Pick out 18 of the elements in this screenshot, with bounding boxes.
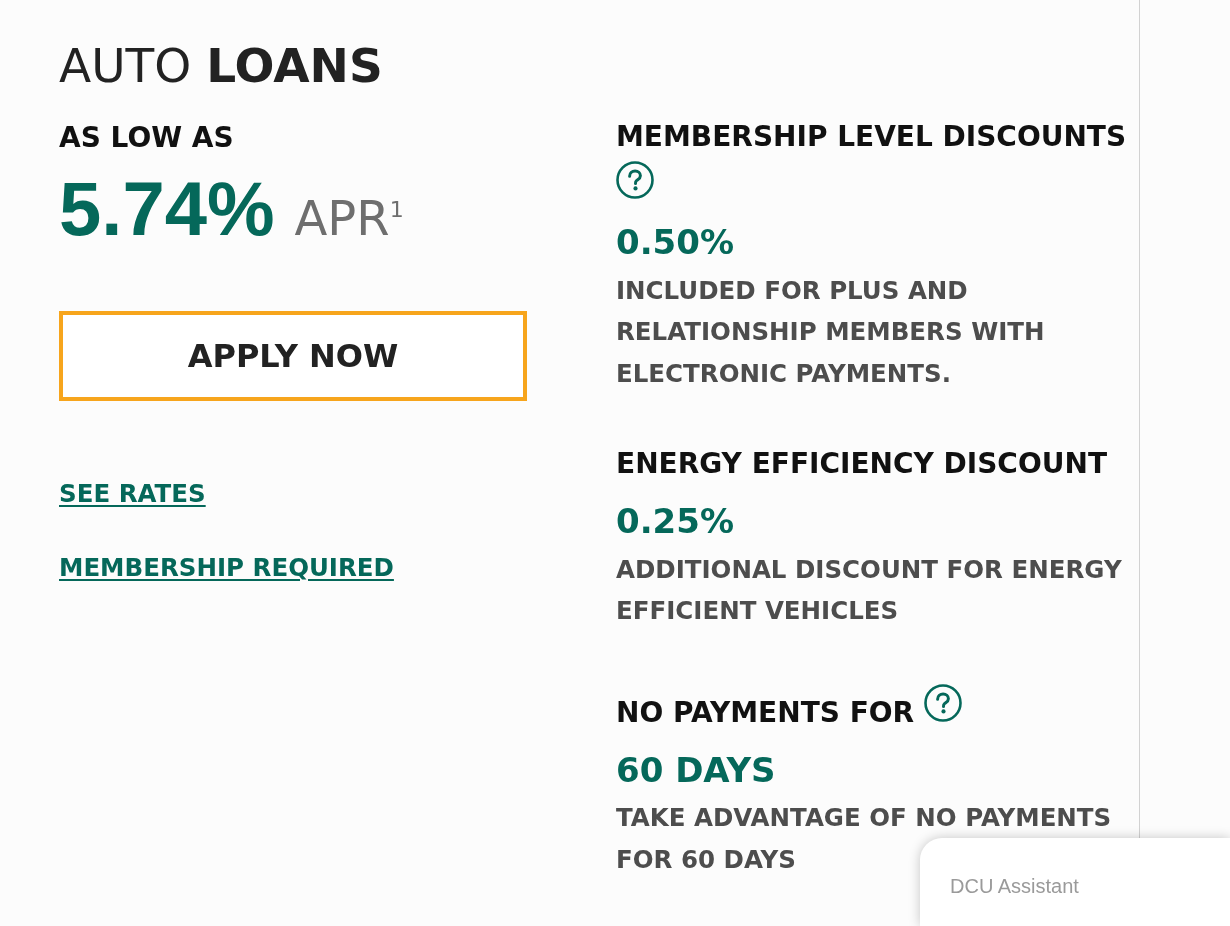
- text-link[interactable]: MEMBERSHIP REQUIRED: [59, 553, 394, 582]
- rate-label: AS LOW AS: [59, 120, 234, 156]
- apply-button[interactable]: APPLY NOW: [59, 311, 527, 401]
- feature-value: 0.50%: [616, 221, 735, 263]
- chat-widget-title: DCU Assistant: [950, 875, 1079, 897]
- help-icon[interactable]: [924, 683, 963, 722]
- feature-description: INCLUDED FOR PLUS AND RELATIONSHIP MEMBERS WITH ELECTRONIC PAYMENTS.: [616, 274, 1046, 390]
- rate-value: 5.74%: [59, 169, 275, 249]
- feature-value: 0.25%: [616, 500, 735, 542]
- feature-title: MEMBERSHIP LEVEL DISCOUNTS: [616, 119, 1127, 155]
- text-link[interactable]: SEE RATES: [59, 479, 206, 508]
- feature-title: NO PAYMENTS FOR: [616, 694, 915, 731]
- feature-description: ADDITIONAL DISCOUNT FOR ENERGY EFFICIENT VEHICLES: [616, 553, 1123, 627]
- feature-title: ENERGY EFFICIENCY DISCOUNT: [616, 446, 1107, 482]
- rate-unit: APR$^{1}$: [294, 189, 404, 248]
- page-heading: AUTO LOANS: [59, 38, 383, 94]
- feature-value: 60 DAYS: [616, 748, 777, 791]
- help-icon[interactable]: [616, 161, 654, 199]
